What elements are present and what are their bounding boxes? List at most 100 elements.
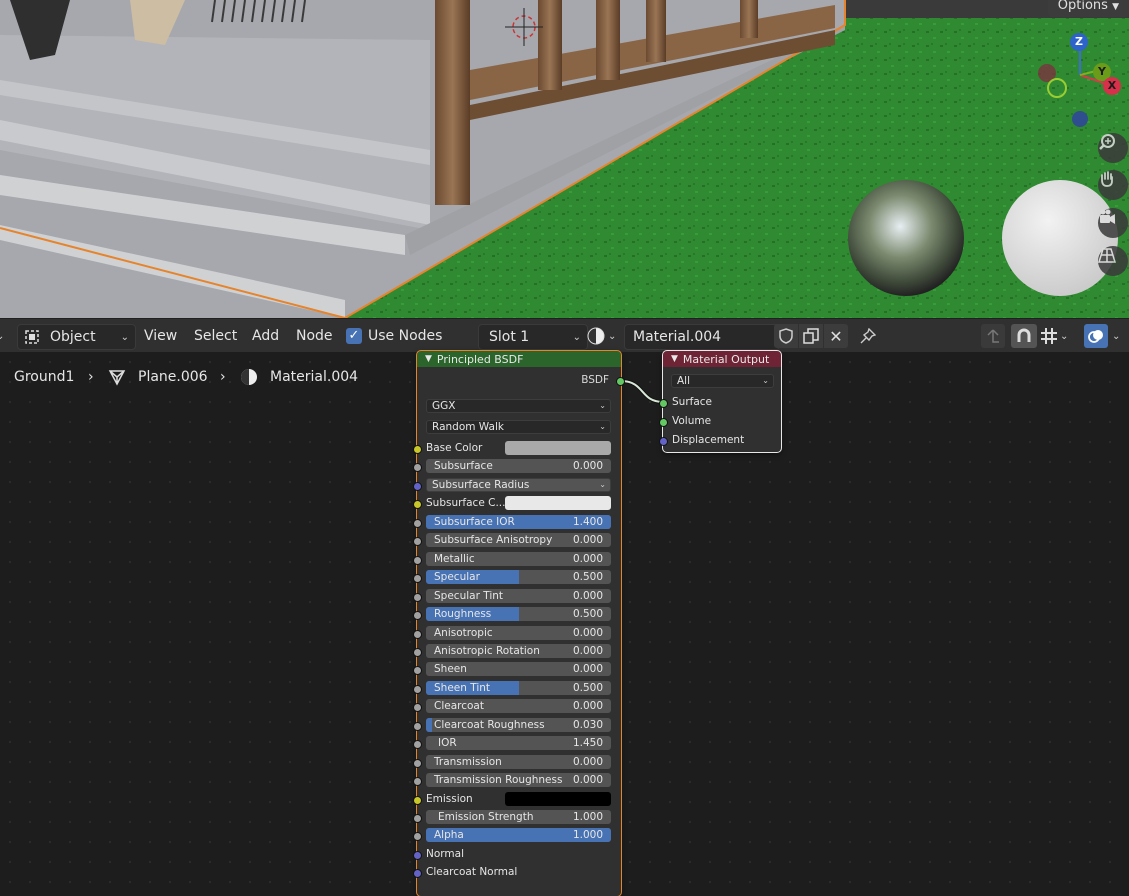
input-row-clearcoat-roughness: Clearcoat Roughness 0.030: [413, 718, 621, 734]
clearcoat-roughness-socket[interactable]: [413, 722, 422, 731]
subsurface-slider[interactable]: Subsurface 0.000: [426, 459, 611, 473]
specular-socket[interactable]: [413, 574, 422, 583]
volume-label: Volume: [672, 415, 712, 427]
surface-label: Surface: [672, 396, 713, 408]
subsurface-radius-select[interactable]: Subsurface Radius ⌄: [426, 478, 611, 492]
anisotropic-slider[interactable]: Anisotropic 0.000: [426, 626, 611, 640]
metallic-socket[interactable]: [413, 556, 422, 565]
subsurface-c-socket[interactable]: [413, 500, 422, 509]
specular-tint-socket[interactable]: [413, 593, 422, 602]
alpha-socket[interactable]: [413, 832, 422, 841]
input-row-roughness: Roughness 0.500: [413, 607, 621, 623]
render-target-value: All: [677, 375, 691, 387]
input-row-transmission-roughness: Transmission Roughness 0.000: [413, 773, 621, 789]
clearcoat-value: 0.000: [572, 700, 603, 712]
clearcoat-label: Clearcoat: [434, 700, 484, 712]
sheen-tint-slider[interactable]: Sheen Tint 0.500: [426, 681, 611, 695]
sheen-tint-socket[interactable]: [413, 685, 422, 694]
sheen-socket[interactable]: [413, 666, 422, 675]
specular-tint-slider[interactable]: Specular Tint 0.000: [426, 589, 611, 603]
input-row-subsurface: Subsurface 0.000: [413, 459, 621, 475]
clearcoat-slider[interactable]: Clearcoat 0.000: [426, 699, 611, 713]
slider-fill: [426, 718, 432, 732]
anisotropic-rotation-socket[interactable]: [413, 648, 422, 657]
sheen-slider[interactable]: Sheen 0.000: [426, 662, 611, 676]
input-row-emission-strength: Emission Strength 1.000: [413, 810, 621, 826]
emission-socket[interactable]: [413, 796, 422, 805]
clearcoat-normal-label: Clearcoat Normal: [426, 866, 518, 878]
base-color-label: Base Color: [426, 442, 483, 454]
material-output-node[interactable]: ▼ Material Output All ⌄ Surface Volume Di…: [659, 350, 782, 453]
subsurface-method-select[interactable]: Random Walk ⌄: [426, 420, 611, 434]
volume-socket[interactable]: [659, 418, 668, 427]
emission-strength-slider[interactable]: Emission Strength 1.000: [426, 810, 611, 824]
clearcoat-normal-socket[interactable]: [413, 869, 422, 878]
collapse-chevron-icon[interactable]: ▼: [425, 354, 432, 364]
emission-strength-socket[interactable]: [413, 814, 422, 823]
principled-bsdf-node[interactable]: ▼ Principled BSDF BSDF GGX ⌄ Random Walk ⌄…: [413, 350, 625, 896]
chevron-down-icon: ⌄: [599, 480, 606, 489]
base-color-color-swatch[interactable]: [505, 441, 611, 455]
roughness-slider[interactable]: Roughness 0.500: [426, 607, 611, 621]
node-header[interactable]: ▼ Material Output: [663, 351, 781, 367]
transmission-roughness-socket[interactable]: [413, 777, 422, 786]
input-row-clearcoat: Clearcoat 0.000: [413, 699, 621, 715]
subsurface-anisotropy-socket[interactable]: [413, 537, 422, 546]
normal-socket[interactable]: [413, 851, 422, 860]
input-row-sheen: Sheen 0.000: [413, 662, 621, 678]
clearcoat-roughness-slider[interactable]: Clearcoat Roughness 0.030: [426, 718, 611, 732]
specular-tint-value: 0.000: [572, 590, 603, 602]
specular-label: Specular: [434, 571, 480, 583]
ior-label: IOR: [438, 737, 457, 749]
transmission-value: 0.000: [572, 756, 603, 768]
chevron-down-icon: ⌄: [599, 401, 606, 410]
anisotropic-rotation-slider[interactable]: Anisotropic Rotation 0.000: [426, 644, 611, 658]
input-row-subsurface-ior: Subsurface IOR 1.400: [413, 515, 621, 531]
subsurface-c-color-swatch[interactable]: [505, 496, 611, 510]
chevron-down-icon: ⌄: [599, 422, 606, 431]
surface-input-row: Surface: [659, 395, 781, 411]
displacement-input-row: Displacement: [659, 433, 781, 449]
subsurface-value: 0.000: [572, 460, 603, 472]
subsurface-method-row: Random Walk ⌄: [417, 420, 621, 436]
subsurface-ior-slider[interactable]: Subsurface IOR 1.400: [426, 515, 611, 529]
surface-socket[interactable]: [659, 399, 668, 408]
displacement-socket[interactable]: [659, 437, 668, 446]
anisotropic-socket[interactable]: [413, 630, 422, 639]
subsurface-anisotropy-slider[interactable]: Subsurface Anisotropy 0.000: [426, 533, 611, 547]
transmission-roughness-slider[interactable]: Transmission Roughness 0.000: [426, 773, 611, 787]
specular-tint-label: Specular Tint: [434, 590, 504, 602]
ior-slider[interactable]: IOR 1.450: [426, 736, 611, 750]
transmission-slider[interactable]: Transmission 0.000: [426, 755, 611, 769]
clearcoat-roughness-value: 0.030: [572, 719, 603, 731]
clearcoat-socket[interactable]: [413, 703, 422, 712]
subsurface-c-label: Subsurface C...: [426, 497, 506, 509]
render-target-select[interactable]: All ⌄: [671, 374, 774, 388]
sheen-tint-value: 0.500: [572, 682, 603, 694]
subsurface-radius-socket[interactable]: [413, 482, 422, 491]
ior-socket[interactable]: [413, 740, 422, 749]
subsurface-socket[interactable]: [413, 463, 422, 472]
subsurface-ior-label: Subsurface IOR: [434, 516, 515, 528]
emission-color-swatch[interactable]: [505, 792, 611, 806]
emission-label: Emission: [426, 793, 473, 805]
distribution-select[interactable]: GGX ⌄: [426, 399, 611, 413]
input-row-emission: Emission: [413, 792, 621, 808]
specular-slider[interactable]: Specular 0.500: [426, 570, 611, 584]
collapse-chevron-icon[interactable]: ▼: [671, 354, 678, 364]
subsurface-ior-socket[interactable]: [413, 519, 422, 528]
alpha-slider[interactable]: Alpha 1.000: [426, 828, 611, 842]
subsurface-method-value: Random Walk: [432, 421, 504, 433]
distribution-value: GGX: [432, 400, 456, 412]
transmission-socket[interactable]: [413, 759, 422, 768]
emission-strength-value: 1.000: [572, 811, 603, 823]
output-socket[interactable]: [616, 377, 625, 386]
input-row-transmission: Transmission 0.000: [413, 755, 621, 771]
node-header[interactable]: ▼ Principled BSDF: [417, 351, 621, 367]
clearcoat-roughness-label: Clearcoat Roughness: [434, 719, 545, 731]
metallic-slider[interactable]: Metallic 0.000: [426, 552, 611, 566]
anisotropic-value: 0.000: [572, 627, 603, 639]
base-color-socket[interactable]: [413, 445, 422, 454]
roughness-socket[interactable]: [413, 611, 422, 620]
anisotropic-label: Anisotropic: [434, 627, 493, 639]
